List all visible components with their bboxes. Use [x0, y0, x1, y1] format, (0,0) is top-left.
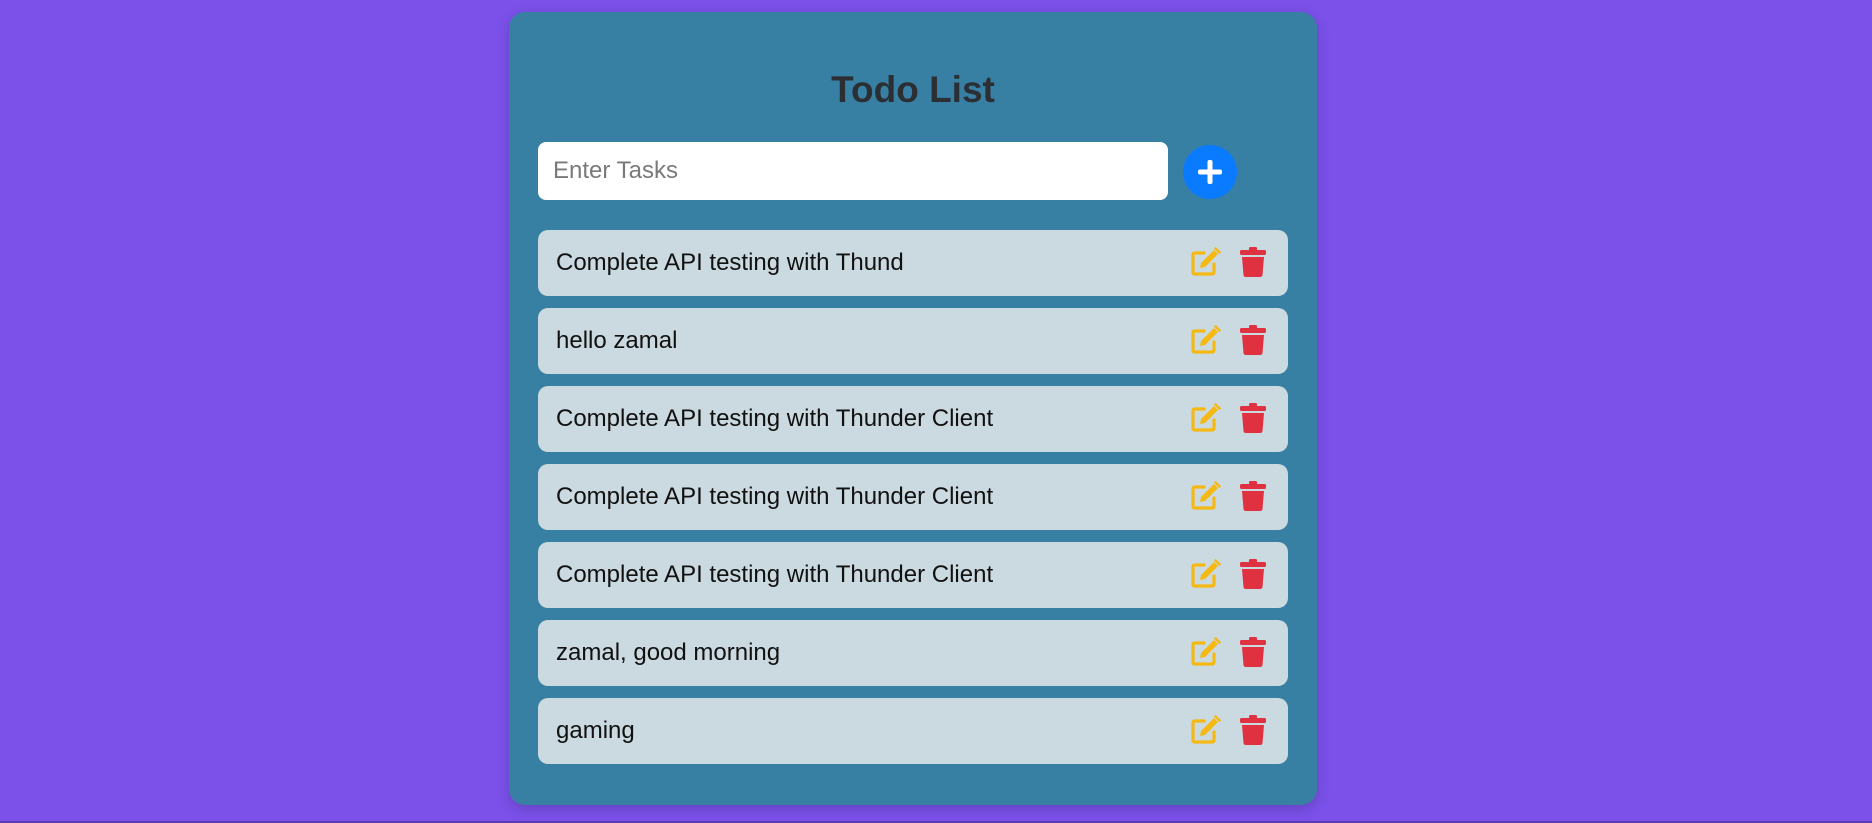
- list-item: Complete API testing with Thund: [538, 230, 1288, 296]
- edit-task-button[interactable]: [1188, 246, 1222, 280]
- task-list: Complete API testing with Thund hello za…: [538, 230, 1288, 776]
- task-text: Complete API testing with Thund: [556, 249, 904, 276]
- list-item: Complete API testing with Thunder Client: [538, 464, 1288, 530]
- edit-icon: [1189, 402, 1221, 436]
- delete-task-button[interactable]: [1236, 714, 1270, 749]
- trash-icon: [1239, 714, 1267, 749]
- delete-task-button[interactable]: [1236, 324, 1270, 359]
- task-input[interactable]: [538, 142, 1168, 200]
- edit-icon: [1189, 636, 1221, 670]
- edit-icon: [1189, 558, 1221, 592]
- edit-task-button[interactable]: [1188, 558, 1222, 592]
- task-text: hello zamal: [556, 327, 678, 354]
- edit-task-button[interactable]: [1188, 714, 1222, 748]
- add-task-button[interactable]: [1183, 145, 1237, 199]
- delete-task-button[interactable]: [1236, 636, 1270, 671]
- edit-icon: [1189, 714, 1221, 748]
- todo-card: Todo List Complete API testing with Thun…: [509, 12, 1317, 805]
- task-text: Complete API testing with Thunder Client: [556, 561, 994, 588]
- edit-task-button[interactable]: [1188, 402, 1222, 436]
- trash-icon: [1239, 402, 1267, 437]
- list-item: Complete API testing with Thunder Client: [538, 386, 1288, 452]
- edit-task-button[interactable]: [1188, 324, 1222, 358]
- task-text: Complete API testing with Thunder Client: [556, 483, 994, 510]
- trash-icon: [1239, 558, 1267, 593]
- trash-icon: [1239, 636, 1267, 671]
- task-text: gaming: [556, 717, 635, 744]
- trash-icon: [1239, 324, 1267, 359]
- edit-icon: [1189, 246, 1221, 280]
- edit-icon: [1189, 324, 1221, 358]
- trash-icon: [1239, 246, 1267, 281]
- edit-task-button[interactable]: [1188, 636, 1222, 670]
- task-text: zamal, good morning: [556, 639, 781, 666]
- edit-icon: [1189, 480, 1221, 514]
- delete-task-button[interactable]: [1236, 558, 1270, 593]
- delete-task-button[interactable]: [1236, 480, 1270, 515]
- delete-task-button[interactable]: [1236, 246, 1270, 281]
- trash-icon: [1239, 480, 1267, 515]
- plus-icon: [1196, 158, 1224, 186]
- edit-task-button[interactable]: [1188, 480, 1222, 514]
- delete-task-button[interactable]: [1236, 402, 1270, 437]
- list-item: Complete API testing with Thunder Client: [538, 542, 1288, 608]
- task-text: Complete API testing with Thunder Client: [556, 405, 994, 432]
- list-item: hello zamal: [538, 308, 1288, 374]
- list-item: gaming: [538, 698, 1288, 764]
- list-item: zamal, good morning: [538, 620, 1288, 686]
- page-title: Todo List: [831, 69, 995, 110]
